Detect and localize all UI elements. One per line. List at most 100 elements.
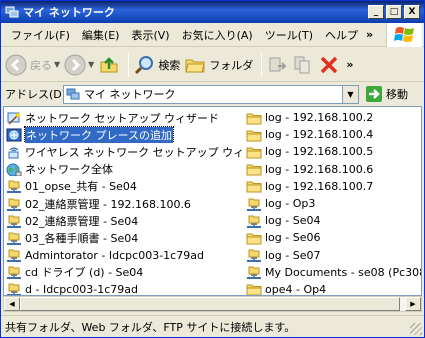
- list-item[interactable]: 01_opse_共有 - Se04: [6, 178, 242, 195]
- up-folder-icon: [100, 56, 118, 72]
- list-item-label: ope4 - Op4: [265, 282, 327, 296]
- title-bar[interactable]: マイ ネットワーク _ □ X: [1, 1, 424, 23]
- list-item-label: 02_連絡票管理 - 192.168.100.6: [25, 197, 191, 211]
- list-item-label: My Documents - se08 (Pc3080: [265, 265, 422, 279]
- list-item[interactable]: cd ドライブ (d) - Se04: [6, 264, 242, 281]
- menu-file[interactable]: ファイル(F): [5, 27, 76, 43]
- list-item-label: log - Se07: [265, 248, 321, 262]
- close-button[interactable]: X: [404, 5, 420, 19]
- copy-to-button[interactable]: [292, 54, 314, 76]
- list-item[interactable]: 03_各種手順書 - Se04: [6, 229, 242, 246]
- network-share-icon: [7, 180, 21, 194]
- address-input[interactable]: マイ ネットワーク ▼: [63, 84, 359, 104]
- toolbar: 戻る ▼ ▼ 検索 フォルダ »: [1, 48, 424, 82]
- toolbar-separator: [261, 52, 263, 77]
- windows-logo-icon: [386, 23, 422, 47]
- folders-button[interactable]: フォルダ: [184, 54, 253, 76]
- explorer-window: マイ ネットワーク _ □ X ファイル(F) 編集(E) 表示(V) お気に入…: [0, 0, 425, 338]
- address-value: マイ ネットワーク: [84, 88, 176, 101]
- horizontal-scrollbar[interactable]: ◀ ▶: [3, 296, 422, 312]
- folders-label: フォルダ: [209, 58, 254, 72]
- list-item[interactable]: log - Se04: [246, 212, 421, 229]
- go-label: 移動: [386, 88, 408, 101]
- resize-grip-icon[interactable]: [410, 323, 422, 335]
- list-item[interactable]: log - 192.168.100.7: [246, 178, 421, 195]
- back-dropdown-icon[interactable]: ▼: [54, 60, 60, 69]
- scroll-right-button[interactable]: ▶: [405, 297, 421, 311]
- forward-button[interactable]: ▼: [64, 54, 94, 76]
- list-item[interactable]: log - 192.168.100.4: [246, 126, 421, 143]
- wireless-wizard-icon: [8, 147, 19, 159]
- folder-icon: [246, 233, 262, 245]
- delete-x-icon: [321, 56, 338, 73]
- menu-overflow-chevron-icon[interactable]: »: [366, 28, 373, 41]
- folder-icon: [246, 147, 262, 159]
- delete-button[interactable]: [318, 54, 340, 76]
- menu-help[interactable]: ヘルプ: [319, 27, 364, 43]
- address-bar: アドレス(D) マイ ネットワーク ▼ 移動: [1, 83, 424, 105]
- globe-icon: [6, 163, 22, 177]
- network-share-icon: [247, 266, 261, 280]
- list-item[interactable]: log - 192.168.100.2: [246, 109, 421, 126]
- network-share-icon: [247, 249, 261, 263]
- list-item[interactable]: ワイヤレス ネットワーク セットアップ ウィザード: [6, 143, 242, 160]
- up-folder-button[interactable]: [98, 54, 120, 76]
- menu-view[interactable]: 表示(V): [125, 27, 175, 43]
- list-item-label: log - Se06: [265, 231, 321, 245]
- menu-tools[interactable]: ツール(T): [259, 27, 319, 43]
- list-item[interactable]: ope4 - Op4: [246, 281, 421, 296]
- list-item-label: ネットワーク プレースの追加: [24, 126, 174, 144]
- network-share-icon: [7, 232, 21, 245]
- network-places-icon: [66, 88, 80, 100]
- list-item[interactable]: log - 192.168.100.5: [246, 143, 421, 160]
- file-list-view[interactable]: ネットワーク セットアップ ウィザード ネットワーク プレースの追加 ワイヤレス ネ…: [3, 106, 422, 296]
- status-text: 共有フォルダ、Web フォルダ、FTP サイトに接続します。: [5, 320, 296, 334]
- folder-icon: [246, 130, 262, 142]
- list-item[interactable]: ネットワーク全体: [6, 161, 242, 178]
- list-item[interactable]: 02_連絡票管理 - 192.168.100.6: [6, 195, 242, 212]
- network-share-icon: [7, 249, 21, 263]
- list-item-label: d - Idcpc003-1c79ad: [25, 282, 138, 296]
- network-share-icon: [247, 198, 261, 211]
- forward-arrow-icon: [64, 54, 86, 75]
- list-item-label: log - 192.168.100.5: [265, 145, 374, 159]
- network-share-icon: [7, 266, 21, 280]
- list-item-label: log - 192.168.100.4: [265, 128, 374, 142]
- list-item-label: log - 192.168.100.7: [265, 179, 374, 193]
- list-item[interactable]: d - Idcpc003-1c79ad: [6, 281, 242, 296]
- address-dropdown-icon[interactable]: ▼: [342, 85, 358, 103]
- list-item-label: ワイヤレス ネットワーク セットアップ ウィザード: [25, 145, 242, 159]
- go-button[interactable]: 移動: [365, 85, 408, 103]
- list-item-label: log - 192.168.100.6: [265, 162, 374, 176]
- list-item[interactable]: log - Se07: [246, 247, 421, 264]
- go-arrow-icon: [366, 86, 382, 102]
- list-item[interactable]: Admintorator - Idcpc003-1c79ad: [6, 247, 242, 264]
- add-network-place-icon: [6, 128, 22, 142]
- list-item[interactable]: log - Se06: [246, 229, 421, 246]
- menu-edit[interactable]: 編集(E): [76, 27, 126, 43]
- search-button[interactable]: 検索: [133, 54, 180, 76]
- toolbar-overflow-chevron-icon[interactable]: »: [346, 58, 353, 71]
- list-item[interactable]: ネットワーク プレースの追加: [6, 126, 242, 144]
- network-share-icon: [7, 198, 21, 211]
- forward-dropdown-icon[interactable]: ▼: [88, 60, 94, 69]
- minimize-button[interactable]: _: [368, 5, 384, 19]
- list-item[interactable]: My Documents - se08 (Pc3080: [246, 264, 422, 281]
- scrollbar-thumb[interactable]: [20, 297, 400, 311]
- list-item-label: log - Se04: [265, 214, 321, 228]
- list-item-label: ネットワーク セットアップ ウィザード: [25, 111, 219, 125]
- list-item[interactable]: 02_連絡票管理 - Se04: [6, 212, 242, 229]
- list-item[interactable]: ネットワーク セットアップ ウィザード: [6, 109, 242, 126]
- list-item[interactable]: log - Op3: [246, 195, 421, 212]
- list-item[interactable]: log - 192.168.100.6: [246, 161, 421, 178]
- folders-icon: [185, 59, 205, 72]
- copy-to-icon: [294, 56, 310, 73]
- maximize-button[interactable]: □: [386, 5, 402, 19]
- move-to-button[interactable]: [266, 54, 288, 76]
- scroll-left-button[interactable]: ◀: [4, 297, 20, 311]
- menu-favorites[interactable]: お気に入り(A): [176, 27, 259, 43]
- list-item-label: ネットワーク全体: [25, 163, 113, 177]
- back-button[interactable]: 戻る ▼: [5, 54, 60, 76]
- window-title: マイ ネットワーク: [23, 6, 115, 19]
- move-to-icon: [269, 57, 287, 71]
